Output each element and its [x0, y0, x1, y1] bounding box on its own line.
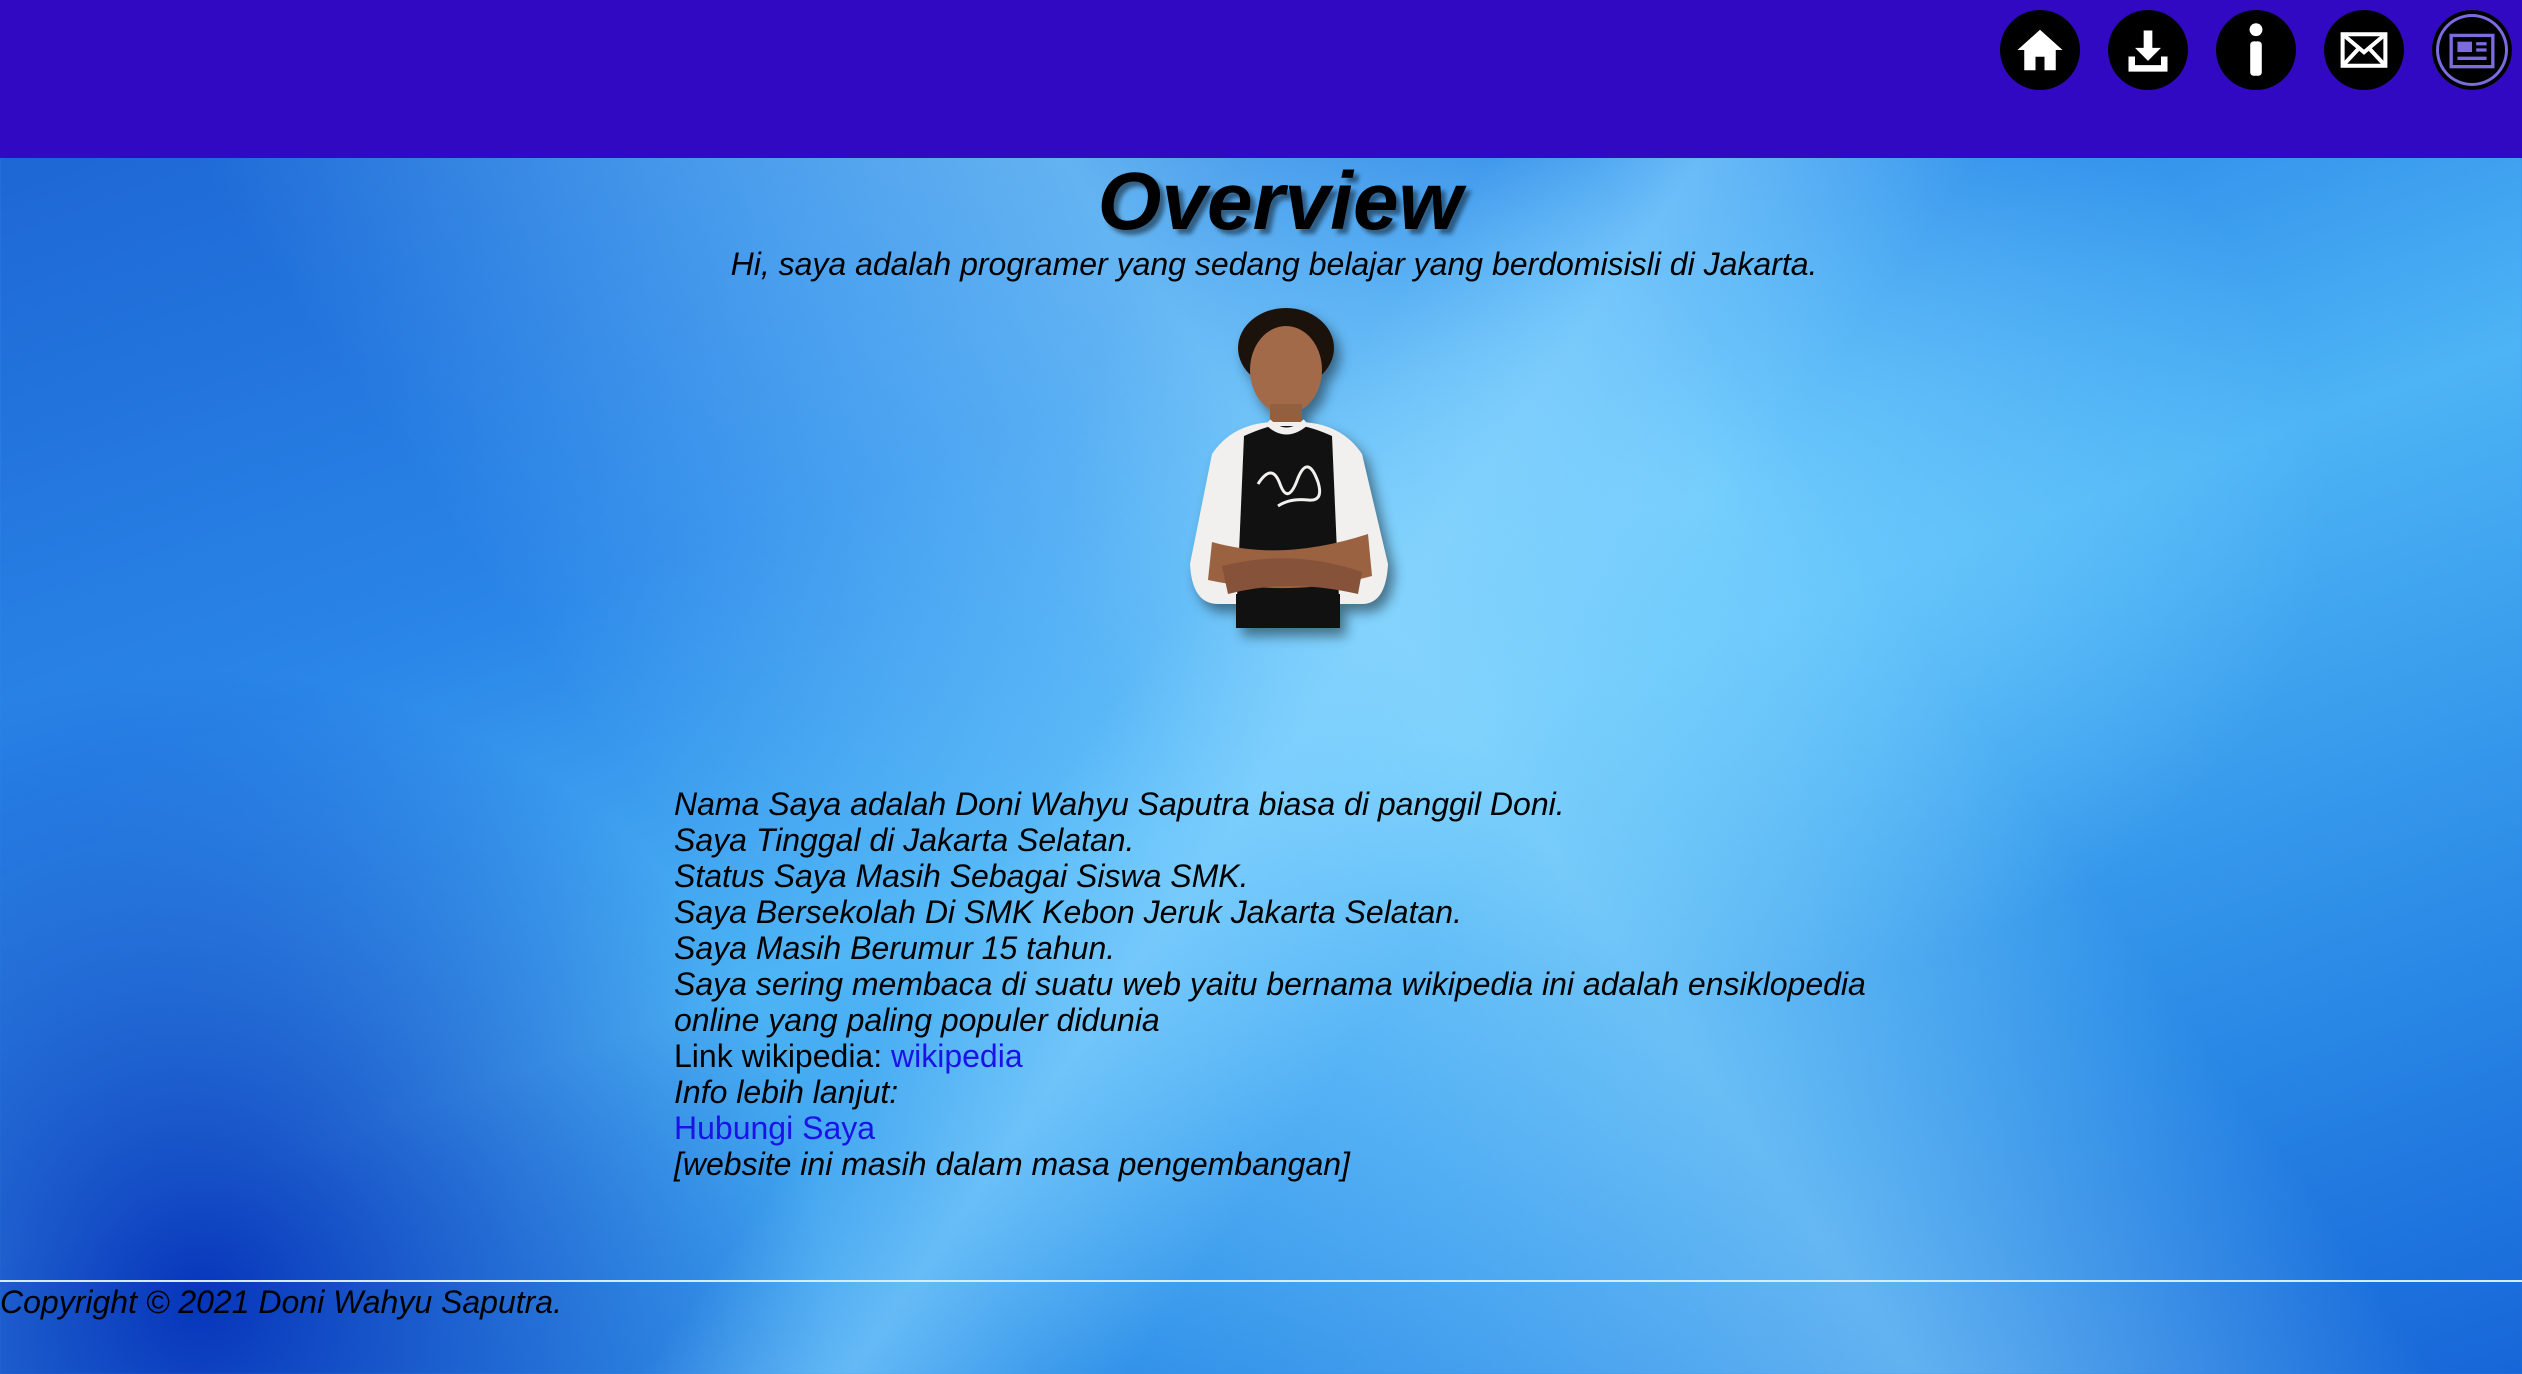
home-icon [2017, 29, 2063, 71]
footer-copyright: Copyright © 2021 Doni Wahyu Saputra. [0, 1284, 562, 1320]
wikipedia-link[interactable]: wikipedia [891, 1038, 1023, 1074]
profile-photo [1190, 308, 1388, 628]
development-note: [website ini masih dalam masa pengembang… [674, 1146, 1350, 1182]
home-button[interactable] [2000, 10, 2080, 90]
about-line-name: Nama Saya adalah Doni Wahyu Saputra bias… [674, 786, 1565, 822]
wikipedia-label: Link wikipedia: [674, 1038, 891, 1074]
info-icon [2249, 23, 2263, 76]
about-line-wikipedia: Saya sering membaca di suatu web yaitu b… [674, 966, 1866, 1038]
top-bar [0, 0, 2522, 158]
about-line-status: Status Saya Masih Sebagai Siswa SMK. [674, 858, 1249, 894]
about-line-age: Saya Masih Berumur 15 tahun. [674, 930, 1116, 966]
news-button[interactable] [2432, 10, 2512, 90]
nav-menu [2000, 10, 2512, 90]
about-line-school: Saya Bersekolah Di SMK Kebon Jeruk Jakar… [674, 894, 1462, 930]
mail-icon [2340, 32, 2388, 68]
about-line-location: Saya Tinggal di Jakarta Selatan. [674, 822, 1135, 858]
contact-button[interactable] [2324, 10, 2404, 90]
wikipedia-row: Link wikipedia: wikipedia [674, 1038, 1934, 1074]
contact-link[interactable]: Hubungi Saya [674, 1110, 875, 1146]
page-title: Overview [1097, 156, 1463, 247]
download-button[interactable] [2108, 10, 2188, 90]
download-icon [2128, 30, 2168, 72]
news-icon [2449, 33, 2495, 69]
page-subtitle: Hi, saya adalah programer yang sedang be… [730, 246, 1818, 282]
info-button[interactable] [2216, 10, 2296, 90]
more-info-label: Info lebih lanjut: [674, 1074, 899, 1110]
about-section: Nama Saya adalah Doni Wahyu Saputra bias… [674, 786, 1934, 1182]
